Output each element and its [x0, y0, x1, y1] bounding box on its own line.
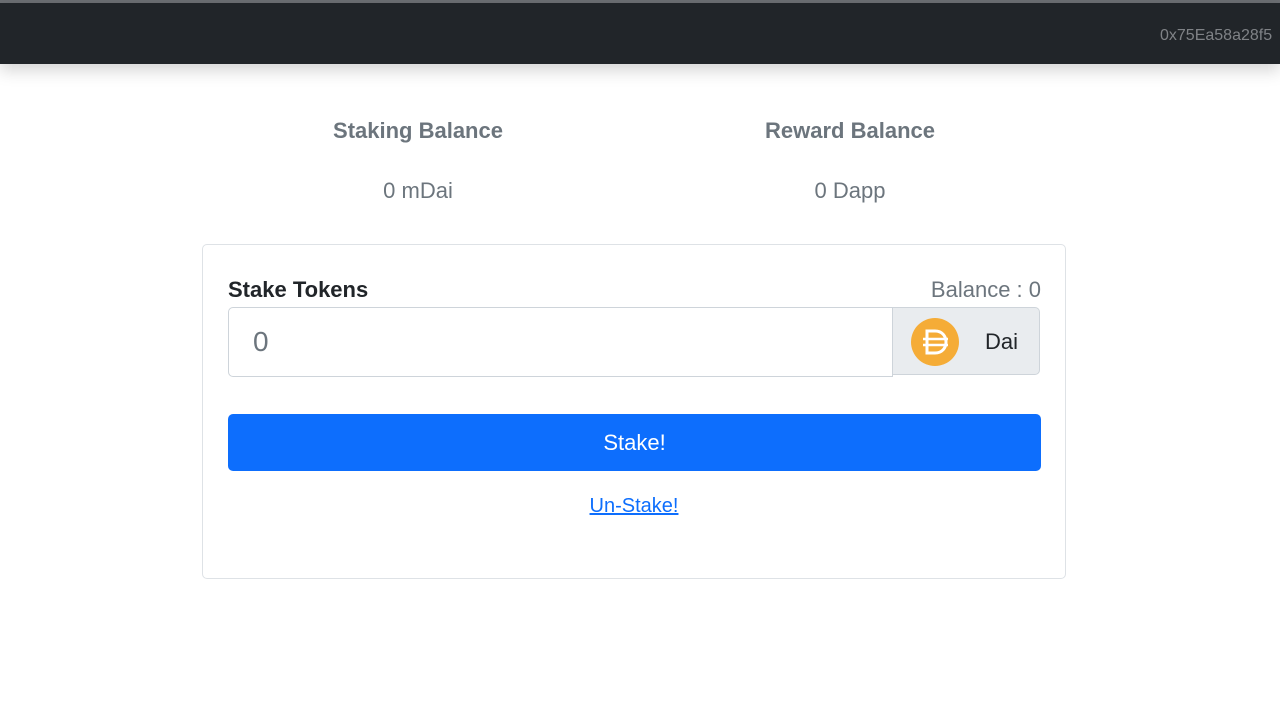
- stake-button[interactable]: Stake!: [228, 414, 1041, 471]
- reward-balance-title: Reward Balance: [765, 118, 935, 143]
- unstake-link-container: Un-Stake!: [203, 495, 1065, 518]
- token-balance: Balance : 0: [930, 277, 1041, 302]
- token-label: Dai: [985, 329, 1019, 354]
- token-addon: Dai: [893, 307, 1040, 375]
- unstake-link[interactable]: Un-Stake!: [590, 495, 679, 517]
- stake-tokens-title: Stake Tokens: [228, 277, 369, 302]
- stake-card: Stake Tokens Balance : 0 Dai Stake! Un-S…: [202, 244, 1066, 579]
- dai-icon: [911, 318, 959, 366]
- account-address: 0x75Ea58a28f5: [1160, 27, 1273, 44]
- staking-balance-title: Staking Balance: [333, 118, 503, 143]
- reward-balance-value: 0 Dapp: [814, 178, 886, 203]
- staking-balance-value: 0 mDai: [383, 178, 453, 203]
- navbar: 0x75Ea58a28f5: [0, 3, 1280, 64]
- stake-amount-input[interactable]: [228, 307, 893, 377]
- stake-input-group: Dai: [228, 307, 1040, 377]
